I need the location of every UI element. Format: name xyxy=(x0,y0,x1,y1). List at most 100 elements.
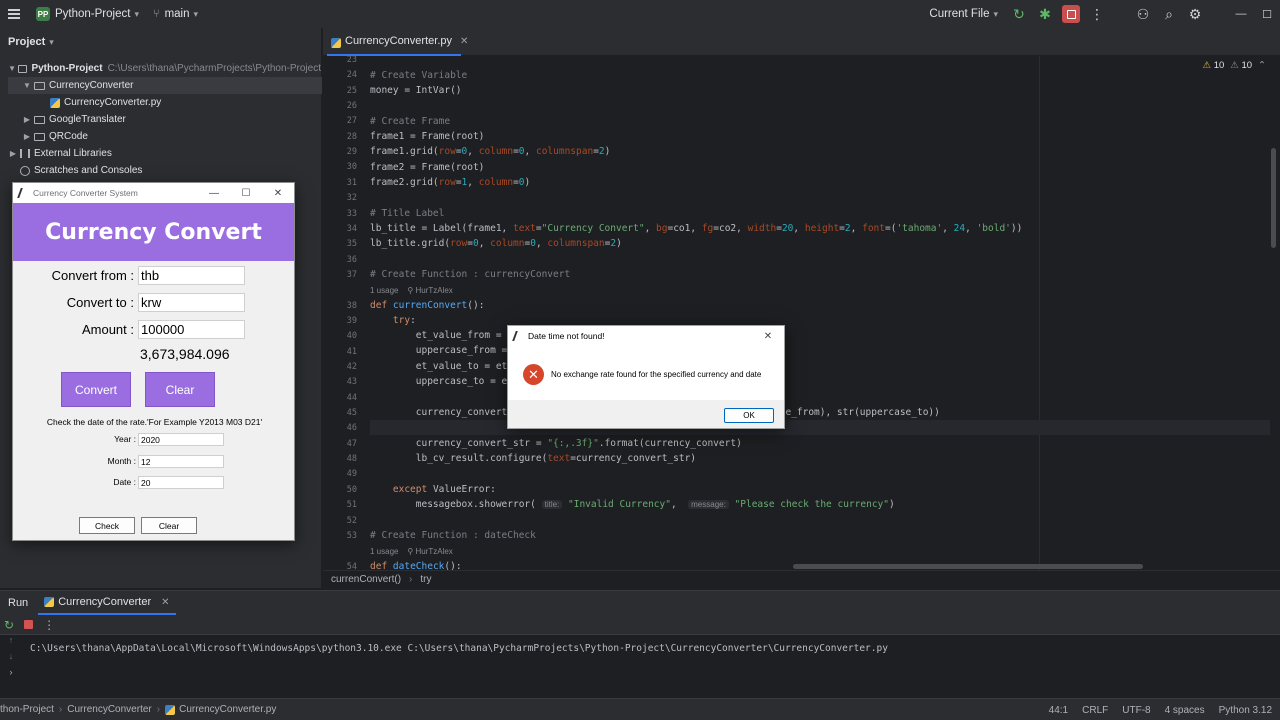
python-interpreter[interactable]: Python 3.12 xyxy=(1219,705,1272,716)
project-switcher[interactable]: PP Python-Project ▾ xyxy=(30,7,139,21)
indent-setting[interactable]: 4 spaces xyxy=(1165,705,1205,716)
arrow-down-icon[interactable]: ↓ xyxy=(0,651,22,667)
stop-icon xyxy=(1062,5,1080,23)
tab-currencyconverter-py[interactable]: CurrencyConverter.py ✕ xyxy=(327,28,468,56)
folder-icon xyxy=(34,81,45,90)
scratches-icon xyxy=(20,165,30,176)
project-panel-header[interactable]: Project ▾ xyxy=(0,28,321,56)
breadcrumb-separator: › xyxy=(156,704,161,715)
python-file-icon xyxy=(331,38,341,48)
date-label: Date : xyxy=(113,477,136,487)
code-line: frame1 = Frame(root) xyxy=(370,131,485,142)
editor-tabs: CurrencyConverter.py ✕ xyxy=(323,28,1280,56)
tree-item-currencyconverter[interactable]: ▼ CurrencyConverter xyxy=(8,77,322,94)
breadcrumb-item[interactable]: try xyxy=(420,574,431,585)
ok-button[interactable]: OK xyxy=(724,408,774,423)
close-icon[interactable]: ✕ xyxy=(161,597,169,608)
tab-label: CurrencyConverter.py xyxy=(345,35,452,47)
tree-item-currencyconverter-py[interactable]: CurrencyConverter.py xyxy=(8,94,321,111)
search-icon[interactable]: ⌕ xyxy=(1156,0,1182,28)
stop-icon[interactable] xyxy=(24,620,34,629)
error-dialog-titlebar[interactable]: Date time not found! ✕ xyxy=(508,326,784,346)
close-icon[interactable]: ✕ xyxy=(262,183,294,203)
minimize-icon[interactable]: — xyxy=(1228,0,1254,28)
code-line: frame2 = Frame(root) xyxy=(370,162,485,173)
code-line: def currenConvert(): xyxy=(370,300,485,311)
run-panel: Run CurrencyConverter ✕ ↻ ⋮ ↑ ↓ › C:\Use… xyxy=(0,590,1280,698)
chevron-down-icon: ▼ xyxy=(23,81,31,90)
tree-item-scratches[interactable]: Scratches and Consoles xyxy=(8,162,321,179)
close-icon[interactable]: ✕ xyxy=(752,326,784,346)
breadcrumb-item[interactable]: currenConvert() xyxy=(331,574,401,585)
horizontal-scrollbar[interactable] xyxy=(793,564,1143,569)
root-name: Python-Project xyxy=(31,63,103,74)
clear-date-button[interactable]: Clear xyxy=(141,517,197,534)
convert-from-input[interactable]: thb xyxy=(138,266,245,285)
tree-root[interactable]: ▼ Python-Project C:\Users\thana\PycharmP… xyxy=(8,60,321,77)
library-icon xyxy=(20,149,30,158)
maximize-icon[interactable]: ☐ xyxy=(230,183,262,203)
code-line: lb_title = Label(frame1, text="Currency … xyxy=(370,223,1023,234)
run-config-selector[interactable]: Current File ▾ xyxy=(929,8,998,20)
convert-from-row: Convert from : thb xyxy=(13,266,296,286)
file-encoding[interactable]: UTF-8 xyxy=(1122,705,1150,716)
code-line: currency_convert_str = "{:,.3f}".format(… xyxy=(370,438,742,449)
run-tab-currencyconverter[interactable]: CurrencyConverter ✕ xyxy=(38,591,176,615)
branch-switcher[interactable]: ⑂ main ▾ xyxy=(153,8,198,20)
status-crumb[interactable]: CurrencyConverter.py xyxy=(179,704,276,715)
convert-to-label: Convert to : xyxy=(66,295,134,310)
line-separator[interactable]: CRLF xyxy=(1082,705,1108,716)
tree-item-googletranslater[interactable]: ▶ GoogleTranslater xyxy=(8,111,321,128)
stop-button[interactable] xyxy=(1058,0,1084,28)
maximize-icon[interactable]: ☐ xyxy=(1254,0,1280,28)
clear-button[interactable]: Clear xyxy=(145,372,215,407)
code-line: # Create Frame xyxy=(370,116,451,127)
convert-to-input[interactable]: krw xyxy=(138,293,245,312)
date-row: Date : 20 xyxy=(13,476,296,490)
tk-window-titlebar[interactable]: Currency Converter System — ☐ ✕ xyxy=(13,183,294,203)
chevron-right-icon[interactable]: › xyxy=(0,667,22,683)
add-user-icon[interactable]: ⚇ xyxy=(1130,0,1156,28)
convert-button[interactable]: Convert xyxy=(61,372,131,407)
gear-icon[interactable]: ⚙ xyxy=(1182,0,1208,28)
tree-item-qrcode[interactable]: ▶ QRCode xyxy=(8,128,321,145)
status-breadcrumb: thon-Project › CurrencyConverter › Curre… xyxy=(0,704,276,715)
line-number: 35 xyxy=(346,239,357,250)
line-number: 39 xyxy=(346,315,357,326)
month-label: Month : xyxy=(107,456,136,466)
check-button[interactable]: Check xyxy=(79,517,135,534)
vertical-scrollbar[interactable] xyxy=(1271,148,1276,248)
rerun-icon[interactable]: ↻ xyxy=(4,618,14,632)
month-input[interactable]: 12 xyxy=(138,455,224,468)
usage-hint[interactable]: 1 usage ⚲ HurTzAlex xyxy=(370,547,453,556)
date-input[interactable]: 20 xyxy=(138,476,224,489)
debug-icon[interactable]: ✱ xyxy=(1032,0,1058,28)
amount-input[interactable]: 100000 xyxy=(138,320,245,339)
year-input[interactable]: 2020 xyxy=(138,433,224,446)
minimize-icon[interactable]: — xyxy=(198,183,230,203)
code-line: messagebox.showerror( title: "Invalid Cu… xyxy=(370,499,895,510)
status-crumb[interactable]: thon-Project xyxy=(0,704,54,715)
line-number: 44 xyxy=(346,392,357,403)
rerun-icon[interactable]: ↻ xyxy=(1006,0,1032,28)
code-line: # Create Function : currencyConvert xyxy=(370,269,571,280)
status-crumb[interactable]: CurrencyConverter xyxy=(67,704,151,715)
run-console-output[interactable]: C:\Users\thana\AppData\Local\Microsoft\W… xyxy=(30,643,888,654)
more-actions-icon[interactable]: ⋮ xyxy=(43,618,55,632)
project-panel-title: Project xyxy=(8,36,46,48)
arrow-up-icon[interactable]: ↑ xyxy=(0,635,22,651)
chevron-down-icon: ▾ xyxy=(134,8,139,19)
code-line: money = IntVar() xyxy=(370,85,462,96)
code-area[interactable]: # Create Variable money = IntVar() # Cre… xyxy=(370,56,1270,572)
tree-item-external-libraries[interactable]: ▶ External Libraries xyxy=(8,145,321,162)
more-actions-icon[interactable]: ⋮ xyxy=(1084,0,1110,28)
run-config-label: Current File xyxy=(929,8,990,20)
python-file-icon xyxy=(165,704,176,715)
usage-hint[interactable]: 1 usage ⚲ HurTzAlex xyxy=(370,286,453,295)
main-menu-icon[interactable] xyxy=(8,9,20,19)
close-icon[interactable]: ✕ xyxy=(460,36,468,47)
caret-position[interactable]: 44:1 xyxy=(1049,705,1068,716)
code-line: ase_from), str(uppercase_to)) xyxy=(774,407,940,418)
line-number: 40 xyxy=(346,331,357,342)
tree-item-label: CurrencyConverter xyxy=(49,80,134,91)
